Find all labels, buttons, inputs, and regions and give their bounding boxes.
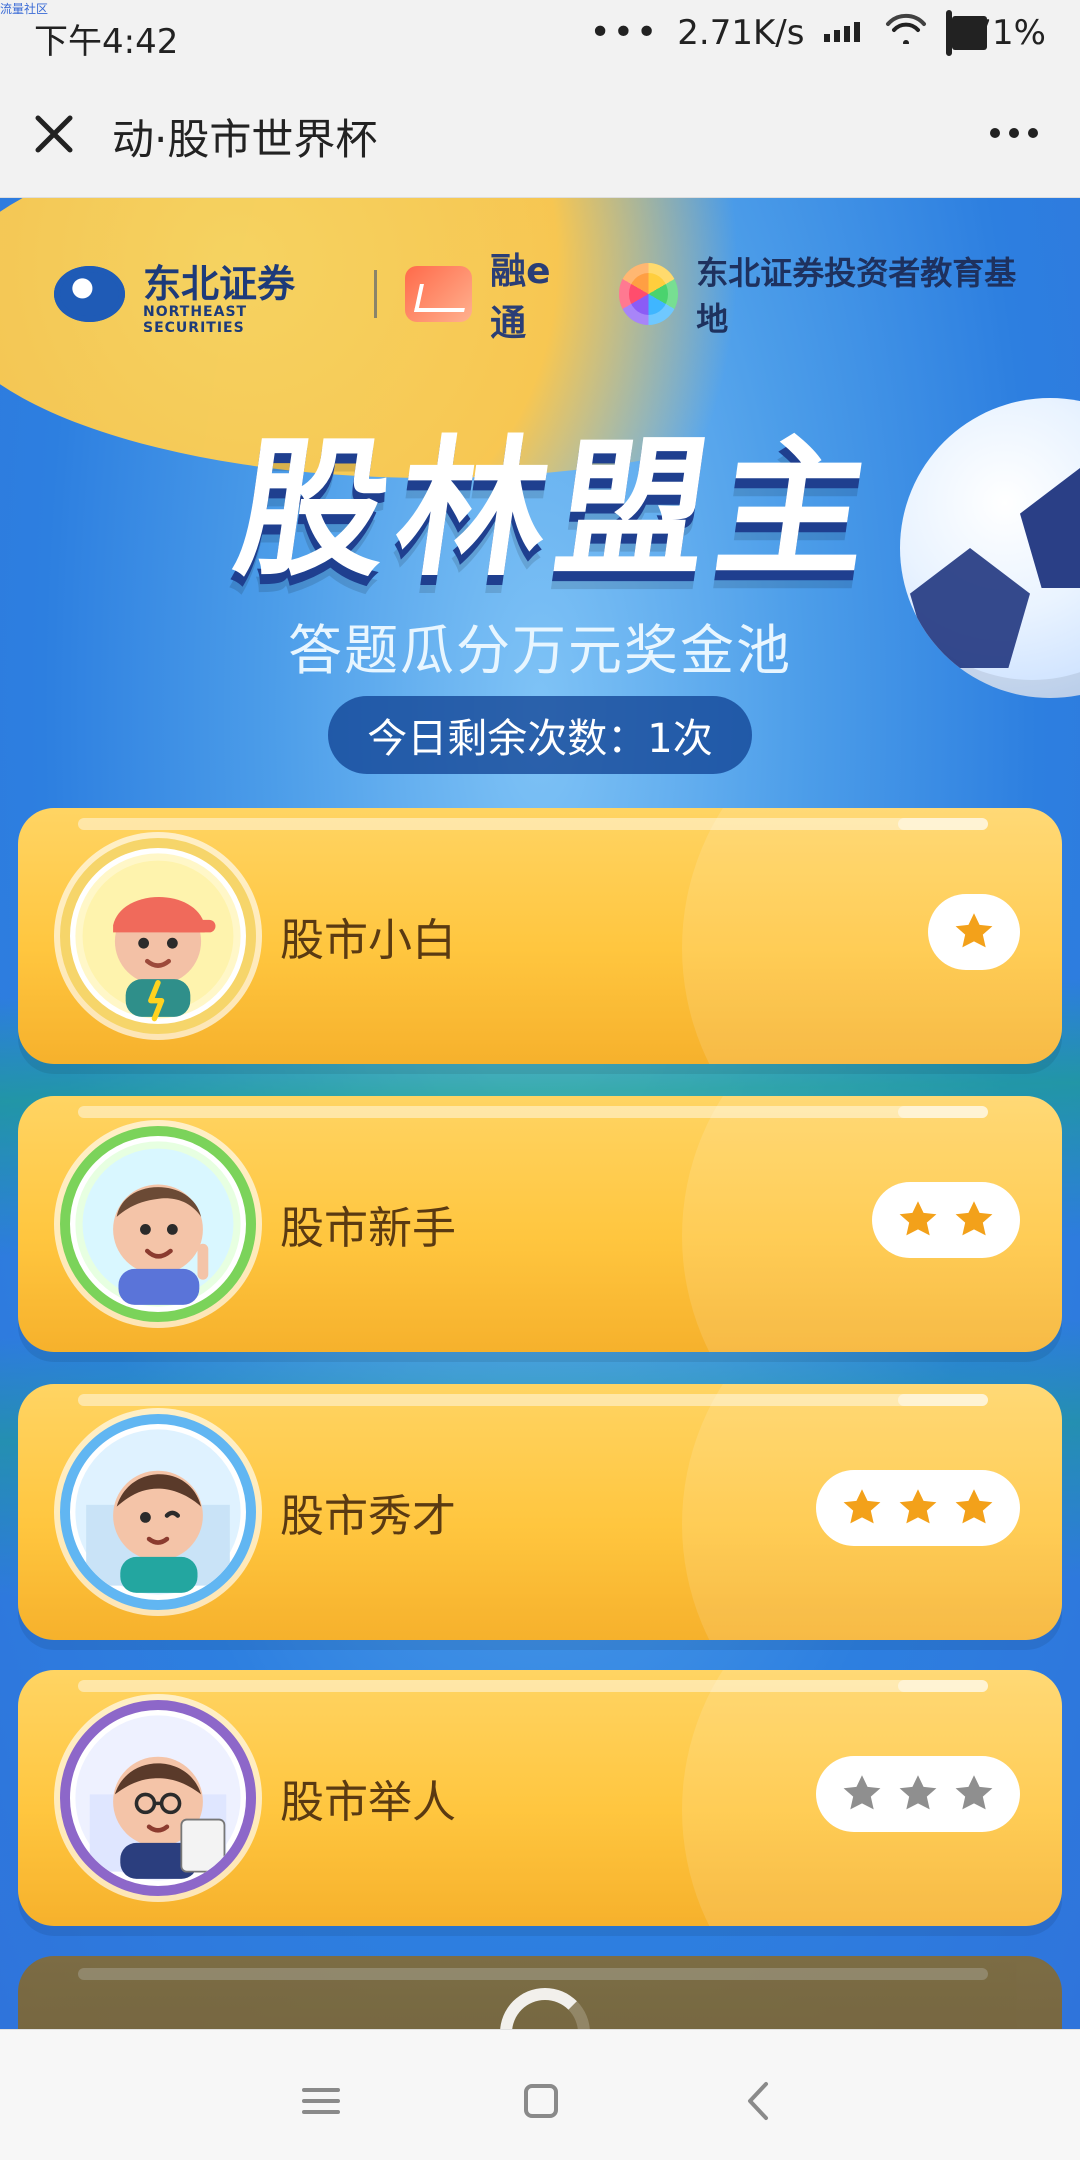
home-icon[interactable] [506, 2066, 576, 2136]
menu-icon[interactable] [286, 2066, 356, 2136]
avatar [60, 1414, 256, 1610]
star-rating [816, 1470, 1020, 1546]
star-icon [951, 1771, 997, 1817]
star-icon [951, 1485, 997, 1531]
close-icon[interactable] [24, 104, 84, 164]
northeast-securities-logo [54, 266, 126, 322]
back-icon[interactable] [724, 2066, 794, 2136]
battery-fill [952, 15, 987, 50]
more-dot [990, 128, 1000, 138]
star-rating [816, 1756, 1020, 1832]
avatar-illustration [75, 1429, 241, 1595]
brand-text: 东北证券 NORTHEAST SECURITIES [143, 253, 346, 336]
star-icon [951, 1197, 997, 1243]
level-card-xiaobai[interactable]: 股市小白 [18, 808, 1062, 1064]
star-rating [928, 894, 1020, 970]
avatar [60, 1700, 256, 1896]
star-icon [895, 1197, 941, 1243]
webview-navbar: 动·股市世界杯 [0, 68, 1080, 198]
star-icon [839, 1771, 885, 1817]
brand-en: NORTHEAST SECURITIES [143, 303, 248, 336]
partner-name: 融e通 [490, 251, 551, 344]
star-icon [951, 909, 997, 955]
edu-base-logo [618, 263, 679, 325]
network-speed: 2.71K/s [677, 12, 805, 53]
avatar [60, 838, 256, 1034]
status-bar: 流量社区 下午4:42 ••• 2.71K/s 71% [0, 0, 1080, 68]
remaining-count: 今日剩余次数：1次 [328, 696, 752, 774]
level-label: 股市小白 [280, 915, 456, 966]
avatar-illustration [75, 853, 241, 1022]
avatar [60, 1126, 256, 1322]
brand-row: 东北证券 NORTHEAST SECURITIES 融e通 东北证券投资者教育基… [54, 251, 1034, 344]
avatar-illustration [75, 1141, 241, 1307]
wifi-icon [884, 12, 928, 53]
system-nav-bar [0, 2029, 1080, 2160]
rong-e-tong-logo [404, 266, 473, 322]
battery-shell [946, 9, 987, 56]
more-icon[interactable] [976, 94, 1052, 170]
status-time: 下午4:42 [34, 22, 179, 62]
level-label: 股市新手 [280, 1203, 456, 1254]
level-label: 股市秀才 [280, 1491, 456, 1542]
level-card-juren[interactable]: 股市举人 [18, 1670, 1062, 1926]
brand-cn: 东北证券 [143, 261, 296, 306]
avatar-illustration [75, 1715, 241, 1881]
battery-icon [946, 9, 987, 56]
status-dots-icon: ••• [589, 12, 660, 53]
page-title: 动·股市世界杯 [112, 115, 378, 164]
webview-content: 东北证券 NORTHEAST SECURITIES 融e通 东北证券投资者教育基… [0, 198, 1080, 2030]
star-icon [839, 1485, 885, 1531]
hero-subtitle: 答题瓜分万元奖金池 [288, 619, 792, 682]
edu-base-text: 东北证券投资者教育基地 [696, 254, 1017, 338]
level-card-xinshou[interactable]: 股市新手 [18, 1096, 1062, 1352]
star-rating [872, 1182, 1020, 1258]
level-card-xiucai[interactable]: 股市秀才 [18, 1384, 1062, 1640]
star-icon [895, 1771, 941, 1817]
status-right: ••• 2.71K/s 71% [589, 9, 1046, 56]
hero-title: 股林盟主 [225, 423, 891, 597]
signal-icon [822, 13, 866, 53]
more-dot [1009, 128, 1019, 138]
more-dot [1028, 128, 1038, 138]
star-icon [895, 1485, 941, 1531]
brand-divider [374, 270, 377, 318]
level-label: 股市举人 [280, 1777, 456, 1828]
